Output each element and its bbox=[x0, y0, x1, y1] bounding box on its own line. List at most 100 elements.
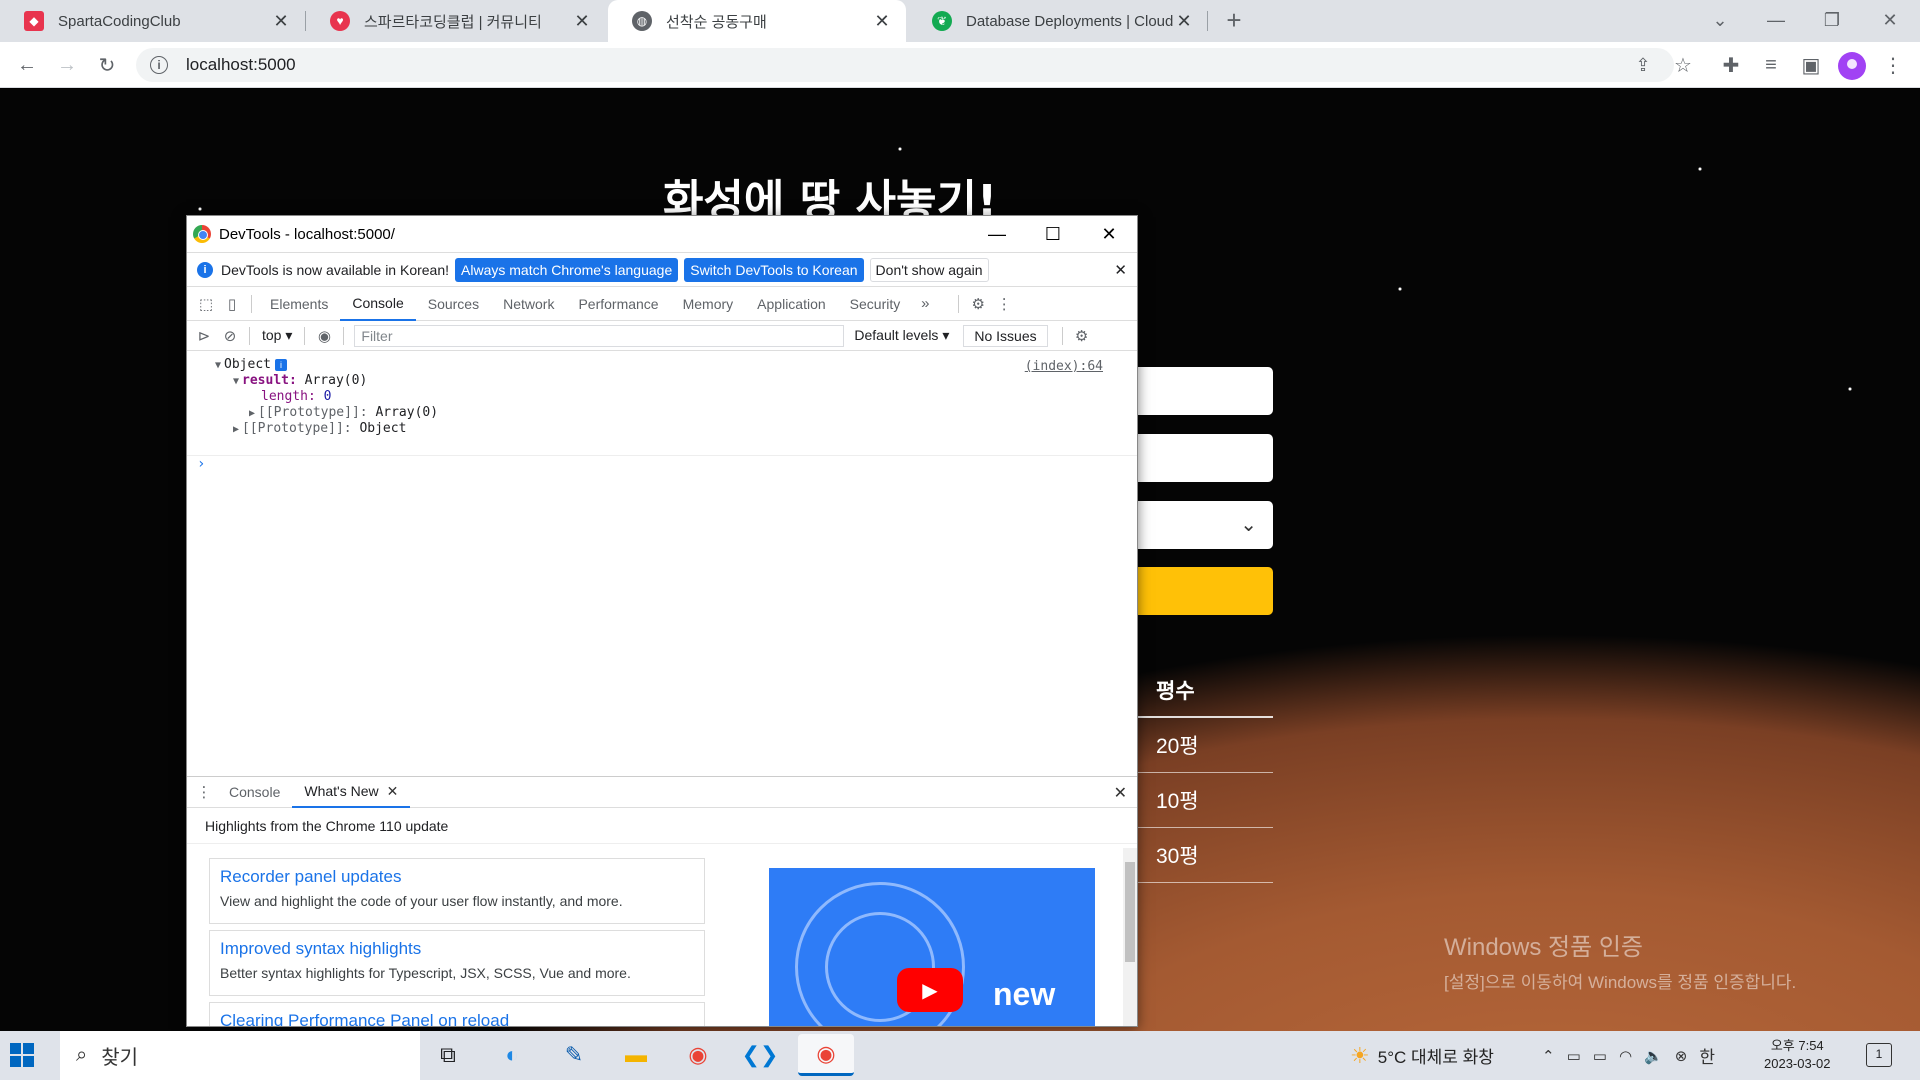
wifi-icon[interactable]: ◠ bbox=[1619, 1047, 1632, 1065]
bookmark-star-icon[interactable]: ☆ bbox=[1668, 50, 1698, 80]
drawer-tab-console[interactable]: Console bbox=[217, 776, 292, 808]
vscode-app-icon[interactable]: ❮❯ bbox=[742, 1037, 779, 1073]
minimize-icon[interactable]: — bbox=[1748, 0, 1804, 40]
close-window-icon[interactable]: ✕ bbox=[1862, 0, 1918, 40]
meet-now-icon[interactable]: ▭ bbox=[1567, 1047, 1581, 1065]
drawer-close-icon[interactable]: ✕ bbox=[1114, 783, 1127, 803]
show-sidebar-icon[interactable]: ⊳ bbox=[191, 319, 217, 353]
close-tab-icon[interactable]: ✕ bbox=[387, 783, 399, 800]
tab-security[interactable]: Security bbox=[838, 287, 913, 321]
side-panel-icon[interactable]: ▣ bbox=[1796, 50, 1826, 80]
reload-icon[interactable]: ↻ bbox=[92, 50, 122, 80]
card-title[interactable]: Clearing Performance Panel on reload bbox=[220, 1011, 694, 1026]
browser-tab-database-deployments[interactable]: ❦ Database Deployments | Cloud: ✕ bbox=[908, 0, 1208, 42]
chrome-app-icon[interactable]: ◉ bbox=[680, 1037, 716, 1073]
address-input[interactable] bbox=[1120, 434, 1273, 482]
device-toolbar-icon[interactable]: ▯ bbox=[219, 287, 245, 321]
profile-avatar[interactable] bbox=[1838, 52, 1866, 80]
windows-start-icon[interactable] bbox=[10, 1043, 34, 1067]
name-input[interactable] bbox=[1120, 367, 1273, 415]
clear-console-icon[interactable]: ⊘ bbox=[217, 319, 243, 353]
card-title[interactable]: Improved syntax highlights bbox=[220, 939, 694, 959]
battery-icon[interactable]: ▭ bbox=[1593, 1047, 1607, 1065]
notification-center-icon[interactable]: 1 bbox=[1866, 1043, 1892, 1067]
devtools-close-icon[interactable]: ✕ bbox=[1081, 216, 1137, 252]
taskbar-weather[interactable]: ☀ 5°C 대체로 화창 bbox=[1350, 1031, 1494, 1080]
tab-performance[interactable]: Performance bbox=[566, 287, 670, 321]
browser-tab-spartacodingclub[interactable]: ◆ SpartaCodingClub ✕ bbox=[0, 0, 305, 42]
console-result-line[interactable]: ▼ result: Array(0) bbox=[233, 373, 367, 388]
console-settings-gear-icon[interactable]: ⚙ bbox=[1069, 319, 1095, 353]
issues-button[interactable]: No Issues bbox=[963, 324, 1048, 347]
media-queue-icon[interactable]: ≡ bbox=[1756, 50, 1786, 80]
tab-close-icon[interactable]: ✕ bbox=[572, 11, 592, 32]
infobar-close-icon[interactable]: ✕ bbox=[1114, 261, 1127, 279]
whats-new-video-thumbnail[interactable]: ▶ new bbox=[769, 868, 1095, 1026]
task-view-icon[interactable]: ⧉ bbox=[430, 1037, 466, 1073]
tab-close-icon[interactable]: ✕ bbox=[271, 11, 291, 32]
live-expression-eye-icon[interactable]: ◉ bbox=[311, 319, 337, 353]
more-tabs-chevron-icon[interactable]: » bbox=[912, 287, 938, 321]
dont-show-again-button[interactable]: Don't show again bbox=[869, 257, 989, 282]
tab-network[interactable]: Network bbox=[491, 287, 566, 321]
file-explorer-icon[interactable]: ▬ bbox=[618, 1037, 654, 1073]
log-levels-dropdown[interactable]: Default levels ▾ bbox=[854, 327, 949, 344]
tray-chevron-up-icon[interactable]: ⌃ bbox=[1542, 1047, 1555, 1065]
console-prompt[interactable]: › bbox=[187, 455, 1137, 475]
notepad-app-icon[interactable]: ✎ bbox=[556, 1037, 592, 1073]
expand-triangle-icon[interactable]: ▼ bbox=[215, 360, 221, 371]
tab-search-chevron-icon[interactable]: ⌄ bbox=[1692, 0, 1748, 40]
extensions-puzzle-icon[interactable]: ✚ bbox=[1716, 50, 1746, 80]
card-title[interactable]: Recorder panel updates bbox=[220, 867, 694, 887]
whats-new-scrollbar[interactable] bbox=[1123, 848, 1137, 1026]
inspect-element-icon[interactable]: ⬚ bbox=[193, 287, 219, 321]
browser-tab-group-buy[interactable]: ◍ 선착순 공동구매 ✕ bbox=[608, 0, 906, 42]
new-tab-plus-icon[interactable]: + bbox=[1212, 0, 1256, 40]
tab-close-icon[interactable]: ✕ bbox=[1174, 11, 1194, 32]
console-object-line[interactable]: ▼ Object i bbox=[215, 357, 287, 372]
forward-arrow-icon[interactable]: → bbox=[52, 50, 82, 80]
devtools-maximize-icon[interactable]: ☐ bbox=[1025, 216, 1081, 252]
context-selector[interactable]: top ▾ bbox=[262, 327, 292, 344]
back-arrow-icon[interactable]: ← bbox=[12, 50, 42, 80]
volume-icon[interactable]: 🔈 bbox=[1644, 1047, 1663, 1065]
order-button[interactable] bbox=[1120, 567, 1273, 615]
tab-sources[interactable]: Sources bbox=[416, 287, 491, 321]
expand-triangle-icon[interactable]: ▼ bbox=[233, 376, 239, 387]
settings-gear-icon[interactable]: ⚙ bbox=[965, 287, 991, 321]
scrollbar-thumb[interactable] bbox=[1125, 862, 1135, 962]
source-link[interactable]: (index):64 bbox=[1025, 359, 1103, 374]
console-prototype-array-line[interactable]: ▶ [[Prototype]]: Array(0) bbox=[249, 405, 438, 420]
taskbar-search-box[interactable]: ⌕ 찾기 bbox=[60, 1031, 420, 1080]
edge-browser-icon[interactable]: ◐ bbox=[494, 1037, 530, 1073]
restore-icon[interactable]: ❐ bbox=[1804, 0, 1860, 40]
tab-close-icon[interactable]: ✕ bbox=[872, 11, 892, 32]
collapse-triangle-icon[interactable]: ▶ bbox=[233, 424, 239, 435]
size-select[interactable]: ⌄ bbox=[1120, 501, 1273, 549]
devtools-minimize-icon[interactable]: — bbox=[969, 216, 1025, 252]
tab-application[interactable]: Application bbox=[745, 287, 838, 321]
browser-tab-community[interactable]: ♥ 스파르타코딩클럽 | 커뮤니티 ✕ bbox=[306, 0, 606, 42]
whats-new-card[interactable]: Recorder panel updates View and highligh… bbox=[209, 858, 705, 924]
chrome-active-app-icon[interactable]: ◉ bbox=[798, 1034, 854, 1076]
ime-indicator[interactable]: 한 bbox=[1699, 1043, 1715, 1068]
more-menu-icon[interactable]: ⋮ bbox=[1878, 50, 1908, 80]
console-prototype-object-line[interactable]: ▶ [[Prototype]]: Object bbox=[233, 421, 406, 436]
share-icon[interactable]: ⇪ bbox=[1628, 50, 1658, 80]
youtube-play-icon[interactable]: ▶ bbox=[897, 968, 963, 1012]
taskbar-clock[interactable]: 오후 7:54 2023-03-02 bbox=[1764, 1037, 1831, 1073]
mute-x-icon[interactable]: ⊗ bbox=[1675, 1047, 1688, 1065]
console-filter-input[interactable]: Filter bbox=[354, 324, 845, 347]
devtools-more-menu-icon[interactable]: ⋮ bbox=[991, 287, 1017, 321]
site-info-icon[interactable]: i bbox=[150, 56, 168, 74]
drawer-menu-icon[interactable]: ⋮ bbox=[191, 775, 217, 809]
switch-to-korean-button[interactable]: Switch DevTools to Korean bbox=[684, 257, 864, 282]
tab-memory[interactable]: Memory bbox=[671, 287, 746, 321]
address-bar[interactable]: i localhost:5000 bbox=[136, 48, 1674, 82]
always-match-language-button[interactable]: Always match Chrome's language bbox=[455, 257, 679, 282]
collapse-triangle-icon[interactable]: ▶ bbox=[249, 408, 255, 419]
drawer-tab-whats-new[interactable]: What's New ✕ bbox=[292, 776, 411, 808]
tab-elements[interactable]: Elements bbox=[258, 287, 340, 321]
whats-new-card[interactable]: Clearing Performance Panel on reload bbox=[209, 1002, 705, 1026]
whats-new-card[interactable]: Improved syntax highlights Better syntax… bbox=[209, 930, 705, 996]
